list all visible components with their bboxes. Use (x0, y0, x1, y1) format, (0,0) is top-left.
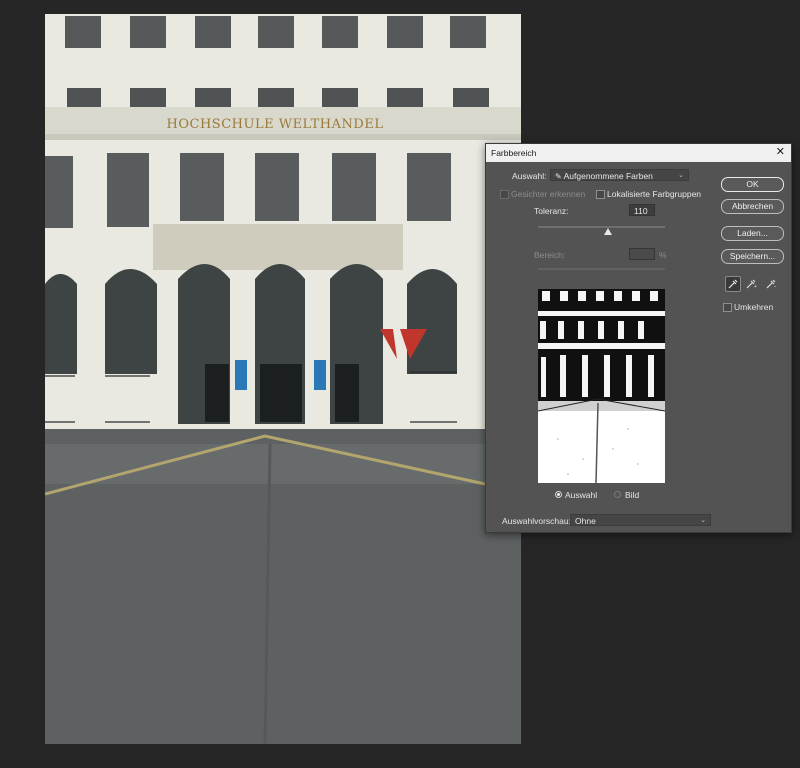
selection-preview-value: Ohne (575, 516, 596, 526)
radio-selection-label: Auswahl (565, 490, 598, 500)
select-dropdown[interactable]: ✎ Aufgenommene Farben ⌄ (550, 169, 689, 181)
dialog-titlebar[interactable]: Farbbereich ✕ (486, 144, 791, 162)
tolerance-label: Toleranz: (534, 206, 569, 216)
save-button[interactable]: Speichern... (721, 249, 784, 264)
eyedropper-plus-icon: + (746, 279, 757, 289)
close-icon[interactable]: ✕ (776, 146, 785, 158)
localized-color-clusters-checkbox[interactable] (596, 190, 605, 199)
chevron-down-icon: ⌄ (678, 172, 684, 179)
eyedropper-button[interactable] (725, 276, 741, 292)
color-range-dialog: Farbbereich ✕ Auswahl: ✎ Aufgenommene Fa… (485, 143, 792, 533)
eyedropper-icon (728, 279, 738, 289)
load-button[interactable]: Laden... (721, 226, 784, 241)
eyedropper-minus-icon: - (766, 279, 776, 289)
cancel-button[interactable]: Abbrechen (721, 199, 784, 214)
eyedropper-icon: ✎ (555, 172, 562, 181)
building-sign: HOCHSCHULE WELTHANDEL (167, 117, 384, 132)
tolerance-input[interactable]: 110 (629, 204, 655, 216)
range-slider-track[interactable] (538, 268, 665, 270)
selection-preview (538, 289, 665, 483)
eyedropper-plus-button[interactable]: + (744, 276, 760, 292)
detect-faces-checkbox[interactable] (500, 190, 509, 199)
range-input[interactable] (629, 248, 655, 260)
canvas-image[interactable]: HOCHSCHULE WELTHANDEL (45, 14, 521, 744)
radio-selection[interactable] (555, 491, 562, 498)
invert-checkbox[interactable] (723, 303, 732, 312)
dialog-title: Farbbereich (491, 148, 537, 158)
invert-label: Umkehren (734, 302, 774, 312)
detect-faces-label: Gesichter erkennen (511, 189, 586, 199)
svg-text:+: + (754, 284, 757, 289)
svg-text:-: - (774, 284, 776, 289)
radio-image-label: Bild (625, 490, 640, 500)
selection-preview-label: Auswahlvorschau: (502, 516, 571, 526)
ok-button[interactable]: OK (721, 177, 784, 192)
radio-image[interactable] (614, 491, 621, 498)
localized-color-clusters-label: Lokalisierte Farbgruppen (607, 189, 702, 199)
select-label: Auswahl: (512, 171, 547, 181)
tolerance-slider-thumb[interactable] (603, 228, 612, 235)
tolerance-slider-track[interactable] (538, 226, 665, 228)
range-label: Bereich: (534, 250, 566, 260)
range-unit: % (659, 250, 667, 260)
select-value: Aufgenommene Farben (563, 171, 653, 181)
eyedropper-minus-button[interactable]: - (764, 276, 780, 292)
chevron-down-icon: ⌄ (700, 517, 706, 524)
selection-preview-dropdown[interactable]: Ohne ⌄ (570, 514, 711, 526)
